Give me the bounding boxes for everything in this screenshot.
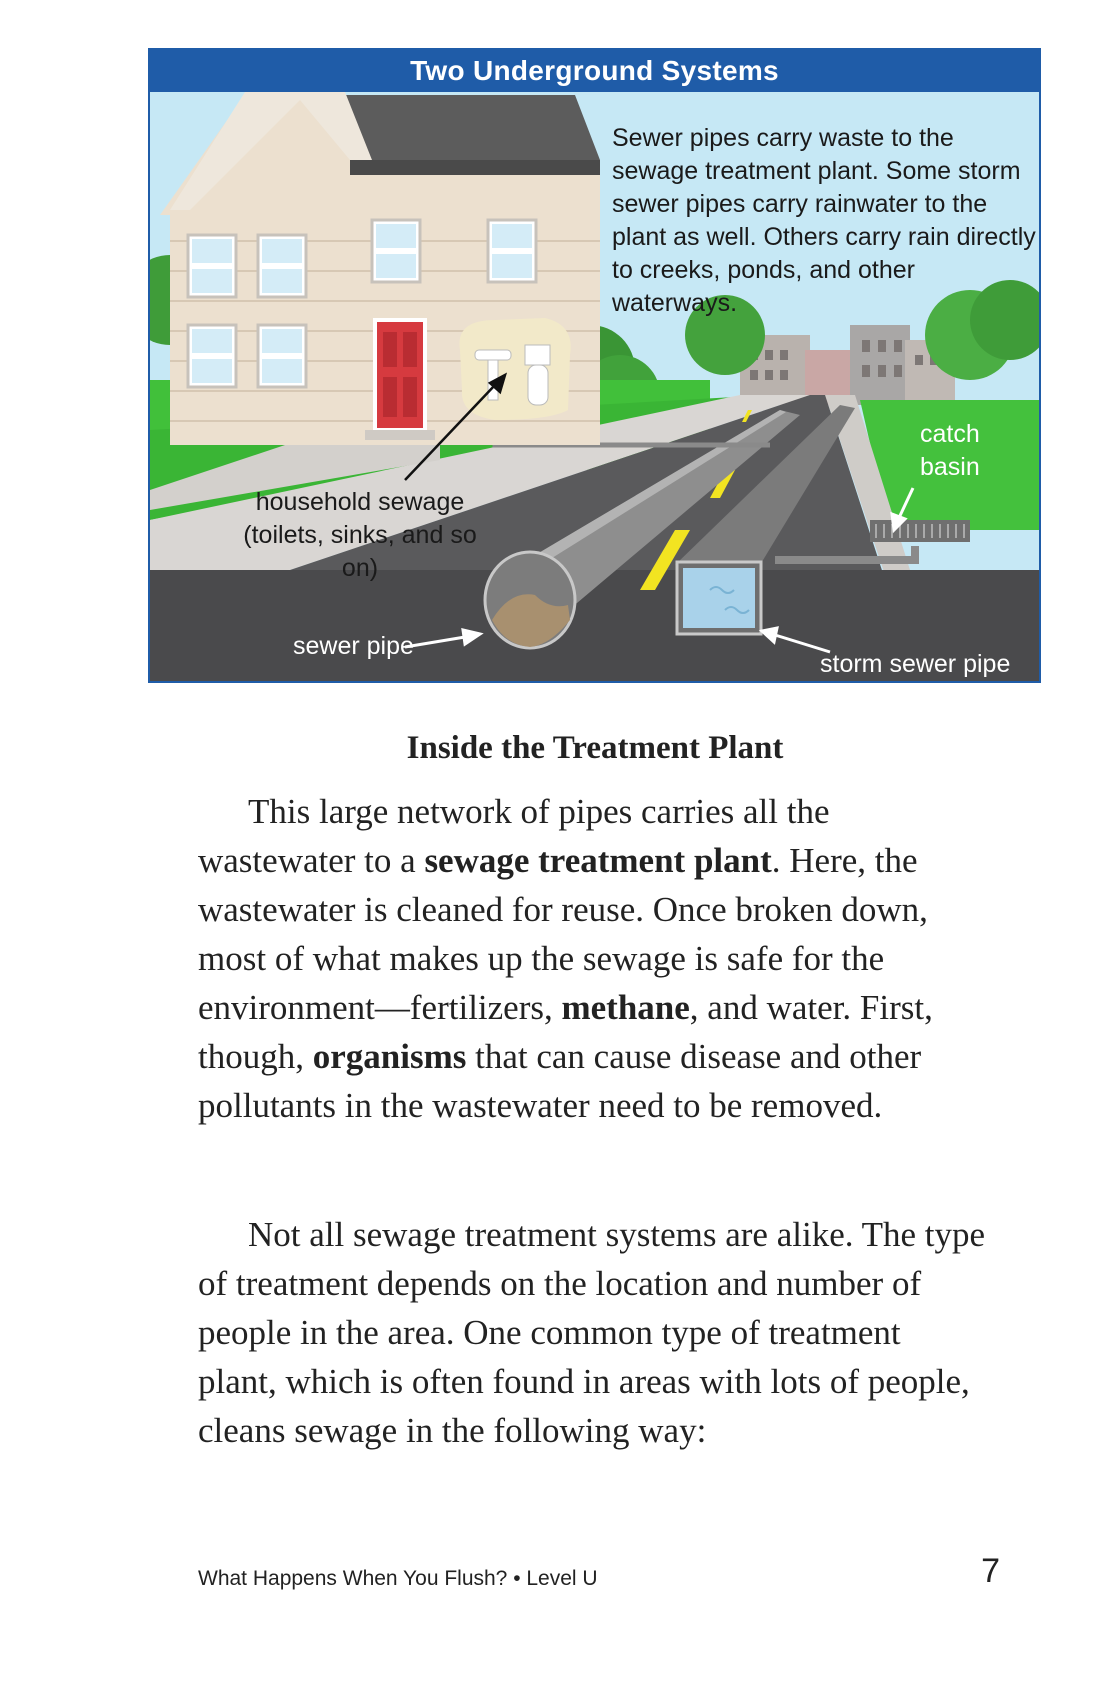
paragraph-2: Not all sewage treatment systems are ali… xyxy=(198,1215,986,1450)
catch-basin-line1: catch xyxy=(920,420,980,448)
paragraph-1: This large network of pipes carries all … xyxy=(198,787,988,1130)
house-drawing xyxy=(160,92,600,445)
term-sewage-treatment-plant: sewage treatment plant xyxy=(424,841,772,880)
footer-book-title: What Happens When You Flush? • Level U xyxy=(198,1567,598,1590)
catch-basin-line2: basin xyxy=(920,453,980,481)
storm-note-line: to creeks, ponds, and other xyxy=(612,256,915,284)
storm-note-line: sewer pipes carry rainwater to the xyxy=(612,190,988,218)
household-sewage-line2: (toilets, sinks, and so on) xyxy=(243,521,477,582)
household-sewage-line1: household sewage xyxy=(255,488,465,516)
sewer-pipe-label: sewer pipe xyxy=(293,632,414,660)
term-organisms: organisms xyxy=(312,1037,467,1076)
illustration-figure: Two Underground Systems Sewer pipes carr… xyxy=(148,48,1041,683)
figure-title: Two Underground Systems xyxy=(150,50,1039,92)
section-heading: Inside the Treatment Plant xyxy=(406,730,784,766)
page-number: 7 xyxy=(981,1552,1000,1590)
storm-note-line: Sewer pipes carry waste to the xyxy=(612,124,954,152)
storm-note-callout: Sewer pipes carry waste to the sewage tr… xyxy=(612,122,1036,320)
storm-note-line: plant as well. Others carry rain directl… xyxy=(612,223,1036,251)
storm-note-line: waterways. xyxy=(612,289,738,317)
term-methane: methane xyxy=(561,988,690,1027)
catch-basin-label: catch basin xyxy=(920,418,980,484)
storm-sewer-pipe-label: storm sewer pipe xyxy=(820,650,1011,678)
storm-note-line: sewage treatment plant. Some storm xyxy=(612,157,1021,185)
household-sewage-label: household sewage (toilets, sinks, and so… xyxy=(235,486,485,585)
